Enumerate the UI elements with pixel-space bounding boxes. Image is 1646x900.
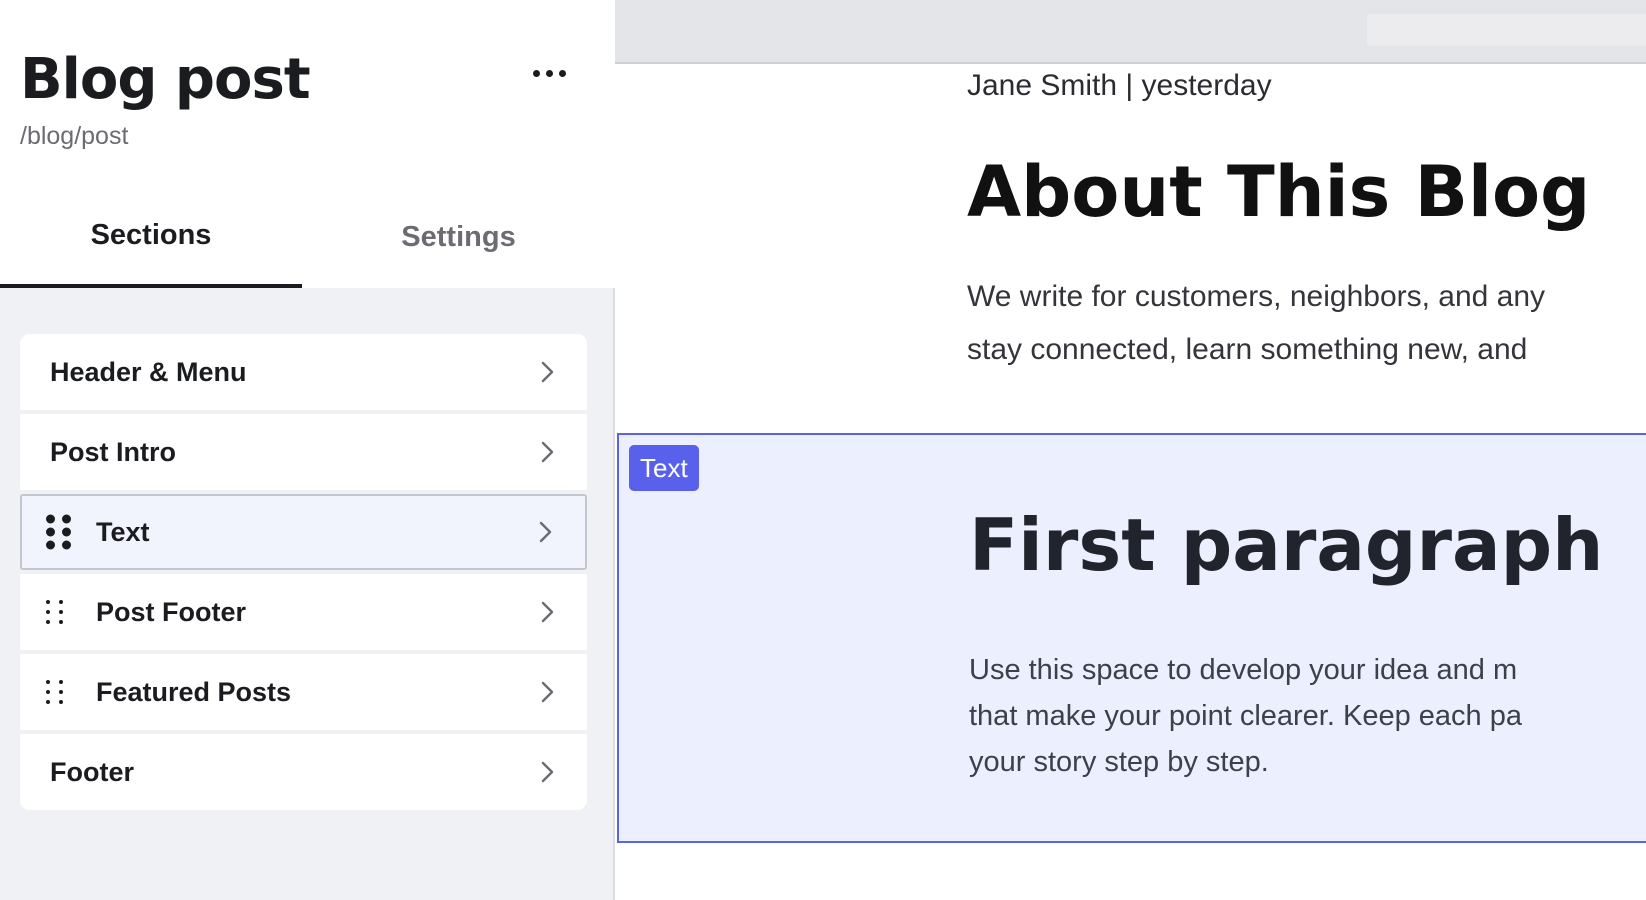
section-item-label: Post Intro <box>50 436 176 467</box>
paragraph-body-line: that make your point clearer. Keep each … <box>969 700 1522 732</box>
drag-handle-icon[interactable] <box>46 680 63 704</box>
drag-handle-icon[interactable] <box>46 600 63 624</box>
post-intro[interactable]: We write for customers, neighbors, and a… <box>967 270 1646 376</box>
preview-toolbar <box>615 0 1646 64</box>
section-item-footer[interactable]: Footer <box>20 734 587 810</box>
section-item-featured-posts[interactable]: Featured Posts <box>20 654 587 730</box>
post-intro-line: We write for customers, neighbors, and a… <box>967 280 1546 313</box>
section-item-label: Header & Menu <box>50 356 247 387</box>
preview-next-section <box>615 843 1646 900</box>
tab-sections-label: Sections <box>90 218 212 251</box>
section-item-label: Post Footer <box>96 596 247 627</box>
paragraph-heading[interactable]: First paragraph <box>969 497 1603 593</box>
paragraph-body[interactable]: Use this space to develop your idea and … <box>969 647 1522 785</box>
chevron-right-icon <box>541 601 554 623</box>
preview-address-bar[interactable] <box>1367 14 1646 46</box>
section-item-text[interactable]: Text <box>20 494 587 570</box>
editor-sidebar: Blog post /blog/post Sections Settings H… <box>0 0 615 900</box>
chevron-right-icon <box>539 521 552 543</box>
tab-sections[interactable]: Sections <box>0 190 302 288</box>
sidebar-header: Blog post /blog/post Sections Settings <box>0 0 615 288</box>
chevron-right-icon <box>541 361 554 383</box>
selected-text-section[interactable]: Text First paragraph Use this space to d… <box>617 433 1646 843</box>
panel-tabs: Sections Settings <box>0 190 615 288</box>
tab-settings[interactable]: Settings <box>302 190 615 288</box>
post-intro-line: stay connected, learn something new, and <box>967 333 1528 366</box>
section-item-post-intro[interactable]: Post Intro <box>20 414 587 490</box>
drag-handle-icon[interactable] <box>46 514 71 550</box>
tab-settings-label: Settings <box>401 220 516 253</box>
post-byline: Jane Smith | yesterday <box>967 69 1272 102</box>
more-horizontal-icon <box>532 69 540 77</box>
section-item-header-menu[interactable]: Header & Menu <box>20 334 587 410</box>
chevron-right-icon <box>541 761 554 783</box>
chevron-right-icon <box>541 441 554 463</box>
page-path: /blog/post <box>20 122 129 150</box>
page-preview: Jane Smith | yesterday About This Blog W… <box>615 0 1646 900</box>
more-horizontal-icon <box>545 69 553 77</box>
more-horizontal-icon <box>558 69 566 77</box>
page-title: Blog post <box>20 47 311 112</box>
section-type-badge: Text <box>629 445 699 491</box>
section-item-label: Footer <box>50 756 134 787</box>
paragraph-body-line: your story step by step. <box>969 746 1269 778</box>
post-title[interactable]: About This Blog <box>967 146 1590 238</box>
section-list: Header & Menu Post Intro Text Post Foote… <box>20 334 587 814</box>
section-item-post-footer[interactable]: Post Footer <box>20 574 587 650</box>
section-item-label: Text <box>96 516 150 547</box>
paragraph-body-line: Use this space to develop your idea and … <box>969 654 1518 686</box>
site-editor: Blog post /blog/post Sections Settings H… <box>0 0 1646 900</box>
chevron-right-icon <box>541 681 554 703</box>
section-item-label: Featured Posts <box>96 676 292 707</box>
more-options-button[interactable] <box>520 54 578 92</box>
